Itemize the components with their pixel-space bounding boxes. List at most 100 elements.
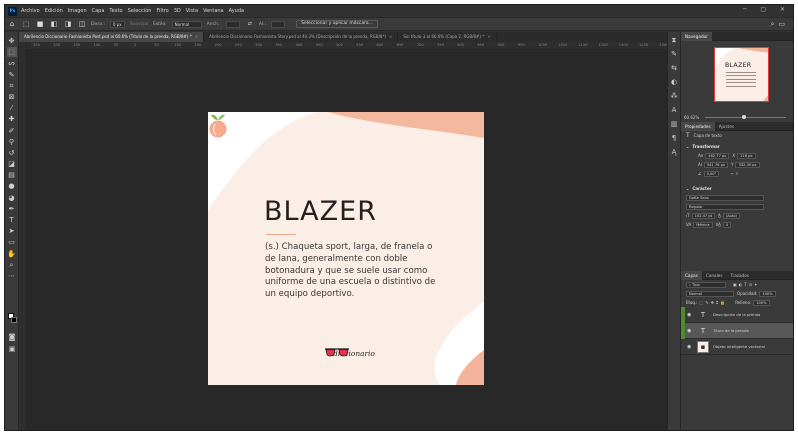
move-tool-icon[interactable]: ✥ (7, 36, 17, 46)
layer-row[interactable]: ◉ T Título de la prenda (681, 322, 793, 339)
stamp-tool-icon[interactable]: ⚲ (7, 137, 17, 147)
brush-tool-icon[interactable]: ✐ (7, 126, 17, 136)
zoom-slider[interactable] (705, 115, 786, 119)
zoom-value[interactable]: 60.62% (684, 115, 699, 120)
y-input[interactable]: 332.35 px (735, 161, 760, 168)
character-section[interactable]: ⌄ Carácter (681, 184, 793, 193)
adjustments-icon[interactable]: ⇆ (669, 63, 679, 73)
add-selection-icon[interactable]: ◧ (50, 20, 58, 28)
blur-tool-icon[interactable]: ● (7, 181, 17, 191)
eye-icon[interactable]: ◉ (687, 328, 693, 334)
swap-icon[interactable]: ⇄ (246, 20, 254, 28)
antialias-label[interactable]: Suavizar (130, 22, 149, 27)
path-select-tool-icon[interactable]: ➤ (7, 226, 17, 236)
quick-select-tool-icon[interactable]: ✎ (7, 70, 17, 80)
zoom-tool-icon[interactable]: ⌕ (7, 260, 17, 270)
tab-channels[interactable]: Canales (702, 271, 727, 280)
marquee-preset-icon[interactable]: ⬚ (22, 20, 30, 28)
style-select[interactable]: Normal (171, 20, 202, 28)
menu-vista[interactable]: Vista (186, 8, 198, 14)
opacity-input[interactable]: 100% (759, 290, 776, 297)
search-share-icons[interactable]: ⌕▭ (770, 20, 789, 29)
gradient-tool-icon[interactable]: ▤ (7, 170, 17, 180)
tab-adjustments[interactable]: Ajustes (715, 122, 738, 131)
menu-ventana[interactable]: Ventana (203, 8, 224, 14)
blend-mode-select[interactable]: Normal (686, 290, 734, 297)
h-input[interactable]: 541.76 px (703, 161, 728, 168)
angle-input[interactable]: 0,00° (703, 170, 720, 177)
history-brush-icon[interactable]: ↺ (7, 148, 17, 158)
menu-seleccion[interactable]: Selección (128, 8, 152, 14)
vertical-ruler[interactable] (19, 42, 27, 430)
layer-row[interactable]: ◉ T Descripción de la prenda (681, 306, 793, 323)
new-selection-icon[interactable]: ■ (36, 20, 44, 28)
font-style-select[interactable]: Regular (686, 203, 764, 210)
tab-post[interactable]: Abrilencio Diccionario Fashionista Post.… (19, 32, 205, 42)
font-size-input[interactable]: 102.47 pt (691, 212, 716, 219)
lasso-tool-icon[interactable]: ᔕ (7, 58, 17, 68)
hand-tool-icon[interactable]: ✋ (7, 249, 17, 259)
marquee-tool-icon[interactable]: ⬚ (6, 47, 17, 58)
tab-paths[interactable]: Trazados (727, 271, 753, 280)
layer-filter-select[interactable]: ⌕ Tipo (686, 281, 726, 288)
tab-layers[interactable]: Capas (681, 270, 702, 280)
paragraph-icon[interactable]: ¶ (669, 133, 679, 143)
menu-imagen[interactable]: Imagen (68, 8, 87, 14)
document-title[interactable]: BLAZER (264, 196, 377, 227)
menu-edicion[interactable]: Edición (45, 8, 63, 14)
document-artboard[interactable]: BLAZER (s.) Chaqueta sport, larga, de fr… (208, 112, 484, 385)
screen-mode-icon[interactable]: ▣ (7, 344, 17, 354)
home-icon[interactable]: ⌂ (8, 20, 16, 28)
tab-story[interactable]: Abrilencio Diccionario Fashionista Story… (204, 32, 399, 42)
more-tools-icon[interactable]: ⋯ (7, 271, 17, 281)
brush-settings-icon[interactable]: ✎ (669, 49, 679, 59)
tab-navigator[interactable]: Navegador (681, 31, 712, 41)
flip-icons[interactable]: ⇿ ⇳ (730, 171, 738, 176)
glyphs-icon[interactable]: Ą (669, 147, 679, 157)
close-icon[interactable]: × (195, 34, 198, 39)
layer-row[interactable]: ◉ ▪ Objeto inteligente vectorial (681, 339, 793, 355)
select-and-mask-button[interactable]: Seleccionar y aplicar máscara... (296, 20, 378, 28)
eye-icon[interactable]: ◉ (687, 344, 693, 350)
canvas-area[interactable]: BLAZER (s.) Chaqueta sport, larga, de fr… (27, 50, 667, 430)
menu-archivo[interactable]: Archivo (21, 8, 40, 14)
close-icon[interactable]: × (487, 34, 490, 39)
healing-tool-icon[interactable]: ✚ (7, 114, 17, 124)
menu-ayuda[interactable]: Ayuda (229, 8, 244, 14)
font-family-select[interactable]: Gotte Sans (686, 194, 764, 201)
transform-section[interactable]: ⌄ Transformar (681, 142, 793, 151)
menu-3d[interactable]: 3D (174, 8, 181, 14)
width-input[interactable] (225, 20, 240, 28)
tab-properties[interactable]: Propiedades (681, 121, 715, 131)
eraser-tool-icon[interactable]: ◪ (7, 159, 17, 169)
close-icon[interactable]: × (389, 34, 392, 39)
swatches-icon[interactable]: ⁂ (669, 91, 679, 101)
dodge-tool-icon[interactable]: ◕ (7, 193, 17, 203)
window-controls[interactable]: ─ ▢ ✕ (743, 6, 791, 13)
menu-capa[interactable]: Capa (92, 8, 105, 14)
quick-mask-icon[interactable]: ◙ (7, 332, 17, 342)
tracking-input[interactable]: 0 (722, 221, 732, 228)
document-description[interactable]: (s.) Chaqueta sport, larga, de franela o… (265, 242, 440, 301)
eyedropper-tool-icon[interactable]: ⁄ (7, 103, 17, 113)
intersect-selection-icon[interactable]: ◫ (78, 20, 86, 28)
frame-tool-icon[interactable]: ⊠ (7, 92, 17, 102)
background-color-swatch[interactable] (11, 317, 17, 323)
menu-filtro[interactable]: Filtro (156, 8, 168, 14)
lock-icons[interactable]: ⬚✎✥⌗🔒 (699, 300, 727, 305)
kerning-select[interactable]: Métrica (693, 221, 713, 228)
pen-tool-icon[interactable]: ✒ (7, 204, 17, 214)
navigator-thumbnail[interactable]: BLAZER (714, 47, 769, 102)
filter-icons[interactable]: ▣◐T⊡✦ (733, 282, 759, 287)
type-tool-icon[interactable]: T (7, 215, 17, 225)
horizontal-ruler[interactable]: 250 200 150 100 50 0 50 100 150 200 250 300 350 400 45… (27, 42, 668, 50)
feather-input[interactable]: 0 px (109, 20, 125, 28)
history-icon[interactable]: ⧗ (669, 35, 679, 45)
rectangle-tool-icon[interactable]: ▭ (7, 237, 17, 247)
crop-tool-icon[interactable]: ⌗ (7, 81, 17, 91)
zoom-slider-knob[interactable] (741, 115, 746, 119)
fill-input[interactable]: 100% (753, 299, 770, 306)
w-input[interactable]: 462.77 px (705, 152, 730, 159)
height-input[interactable] (271, 20, 286, 28)
x-input[interactable]: 216 px (737, 152, 756, 159)
